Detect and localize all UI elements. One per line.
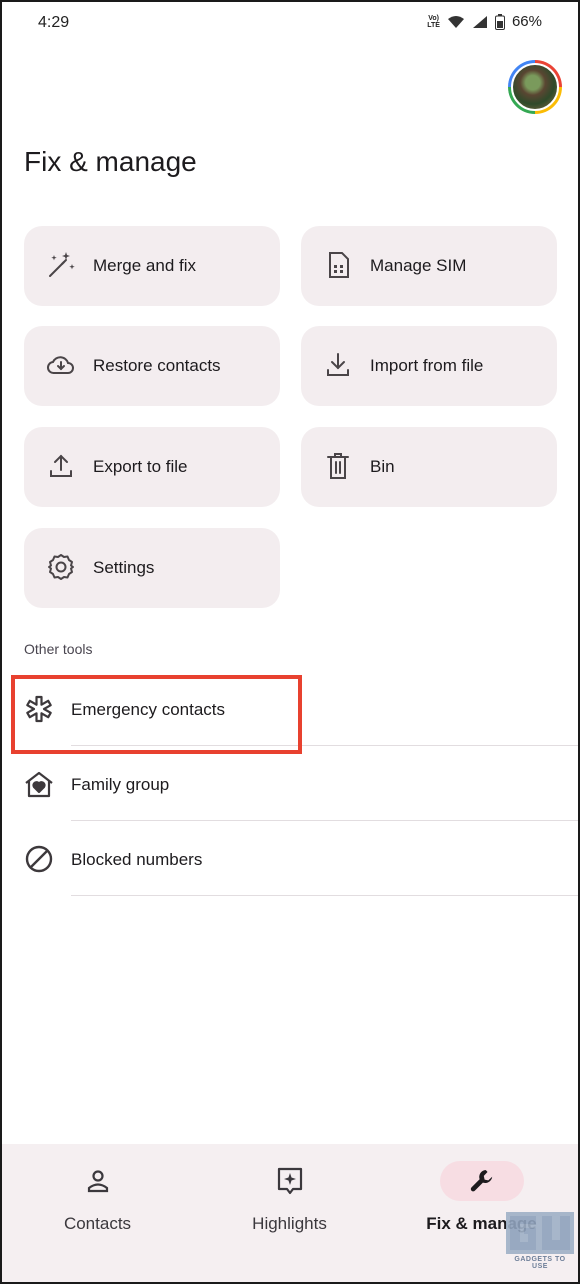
- watermark-logo: GADGETS TO USE: [506, 1212, 574, 1270]
- volte-icon: Vo) LTE: [427, 14, 440, 29]
- nav-contacts[interactable]: Contacts: [1, 1144, 194, 1284]
- blocked-numbers-item[interactable]: Blocked numbers: [0, 820, 580, 894]
- status-time: 4:29: [38, 14, 70, 31]
- account-avatar[interactable]: [508, 60, 562, 114]
- person-icon: [87, 1170, 108, 1193]
- manage-sim-card[interactable]: Manage SIM: [301, 226, 557, 306]
- divider: [71, 895, 580, 896]
- card-label: Export to file: [93, 457, 188, 476]
- highlight-box: [11, 675, 302, 754]
- card-label: Settings: [93, 558, 155, 577]
- list-item-label: Blocked numbers: [71, 850, 203, 869]
- nav-icon-wrap: [248, 1161, 332, 1201]
- sparkle-icon: [277, 1167, 302, 1195]
- trash-icon: [327, 453, 349, 479]
- card-label: Manage SIM: [370, 256, 467, 275]
- page-title: Fix & manage: [24, 146, 197, 177]
- family-home-icon: [25, 771, 53, 798]
- bin-card[interactable]: Bin: [301, 427, 557, 507]
- nav-icon-wrap: [56, 1161, 140, 1201]
- cloud-download-icon: [47, 356, 74, 374]
- sim-card-icon: [329, 252, 349, 278]
- gear-icon: [48, 554, 74, 580]
- import-from-file-card[interactable]: Import from file: [301, 326, 557, 406]
- family-group-item[interactable]: Family group: [0, 745, 580, 819]
- card-label: Restore contacts: [93, 356, 221, 375]
- wrench-icon: [470, 1170, 492, 1192]
- battery-icon: [494, 13, 505, 30]
- watermark-glyph: [506, 1212, 574, 1254]
- card-label: Bin: [370, 457, 395, 476]
- restore-contacts-card[interactable]: Restore contacts: [24, 326, 280, 406]
- nav-label: Highlights: [252, 1214, 327, 1233]
- status-bar: 4:29 Vo) LTE 66%: [0, 0, 580, 48]
- nav-highlights[interactable]: Highlights: [193, 1144, 386, 1284]
- wifi-icon: [447, 15, 464, 28]
- export-to-file-card[interactable]: Export to file: [24, 427, 280, 507]
- upload-icon: [50, 454, 72, 477]
- card-label: Merge and fix: [93, 256, 196, 275]
- nav-label: Contacts: [63, 1214, 132, 1233]
- block-icon: [25, 845, 53, 873]
- nav-icon-wrap: [439, 1161, 524, 1201]
- merge-and-fix-card[interactable]: Merge and fix: [24, 226, 280, 306]
- list-item-label: Family group: [71, 775, 170, 794]
- card-label: Import from file: [370, 356, 484, 375]
- signal-icon: [472, 15, 487, 28]
- settings-card[interactable]: Settings: [24, 528, 280, 608]
- watermark-text: GADGETS TO USE: [514, 1256, 566, 1270]
- download-icon: [327, 353, 349, 376]
- status-icons: Vo) LTE 66%: [427, 13, 542, 30]
- bottom-navigation: Contacts Highlights Fix & manage: [0, 1144, 580, 1284]
- battery-percent: 66%: [511, 13, 542, 30]
- other-tools-heading: Other tools: [24, 641, 93, 657]
- magic-wand-icon: [49, 252, 75, 277]
